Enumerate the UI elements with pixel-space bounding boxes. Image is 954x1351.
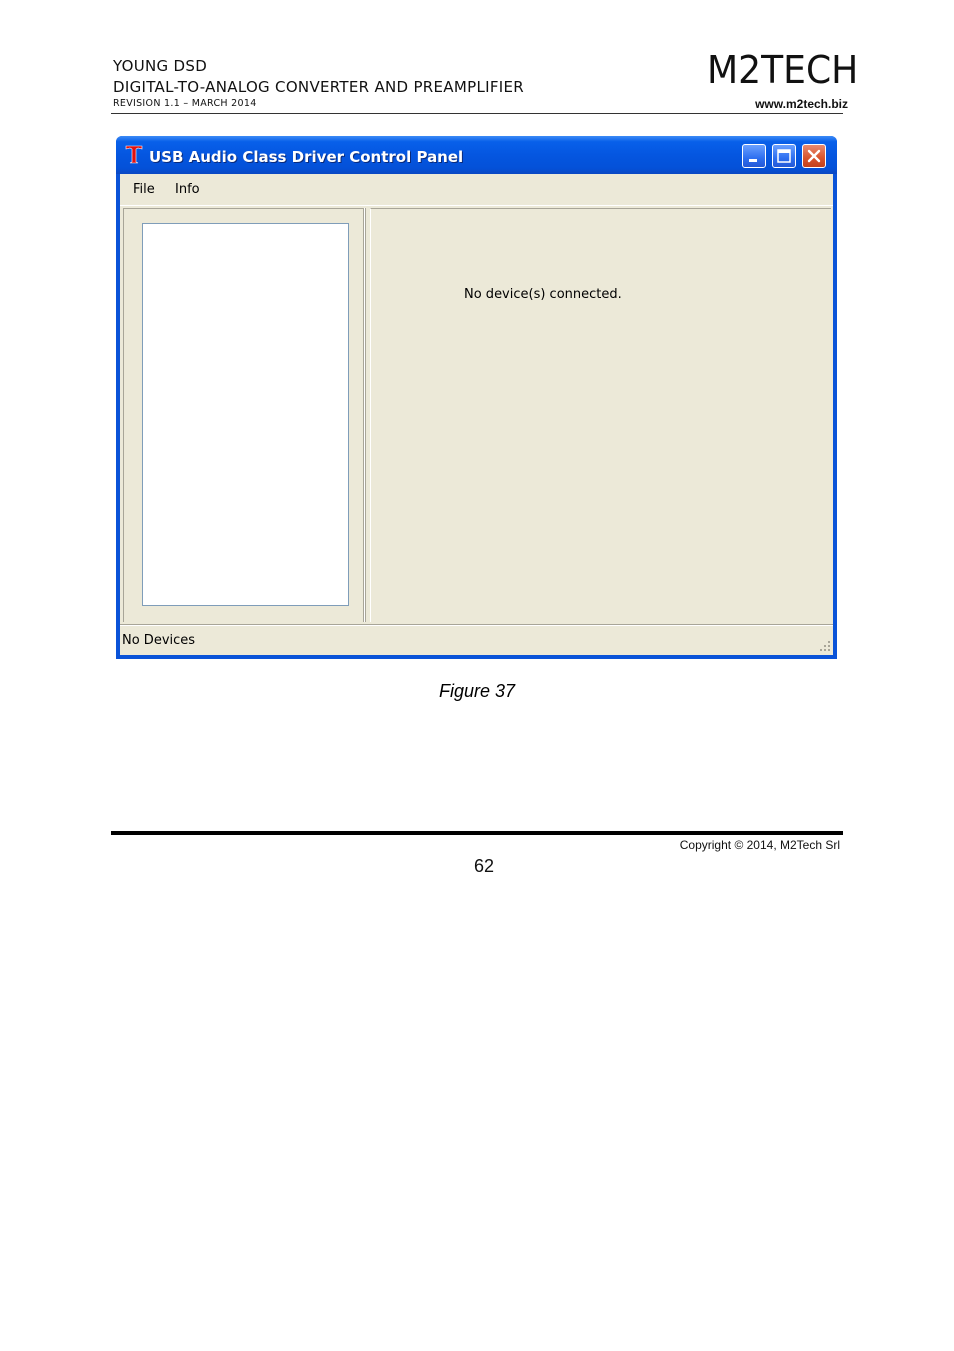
- document-title: YOUNG DSD: [113, 57, 208, 75]
- minimize-icon: [749, 159, 757, 162]
- status-bar: No Devices: [120, 624, 833, 655]
- footer-divider: [111, 831, 843, 835]
- status-text: No Devices: [122, 633, 196, 648]
- resize-grip-icon[interactable]: [817, 638, 831, 652]
- maximize-button[interactable]: [772, 144, 796, 168]
- minimize-button[interactable]: [742, 144, 766, 168]
- menu-info[interactable]: Info: [175, 182, 200, 197]
- t-logo-icon: [125, 145, 143, 164]
- window-client: File Info No device(s) connected. No Dev…: [120, 174, 833, 655]
- device-tree-pane: [123, 208, 366, 622]
- no-device-message: No device(s) connected.: [464, 287, 622, 302]
- window-title: USB Audio Class Driver Control Panel: [149, 148, 464, 166]
- menu-bar: File Info: [120, 174, 833, 206]
- close-button[interactable]: [802, 144, 826, 168]
- device-list[interactable]: [142, 223, 349, 606]
- close-icon: [807, 149, 821, 163]
- website-link[interactable]: www.m2tech.biz: [755, 97, 848, 111]
- menu-file[interactable]: File: [133, 182, 155, 197]
- maximize-icon: [777, 149, 791, 163]
- control-panel-window: USB Audio Class Driver Control Panel Fil…: [116, 136, 837, 659]
- m2tech-logo: M2TECH: [706, 48, 858, 92]
- window-titlebar[interactable]: USB Audio Class Driver Control Panel: [116, 136, 837, 174]
- document-revision: REVISION 1.1 – MARCH 2014: [113, 98, 257, 109]
- copyright-notice: Copyright © 2014, M2Tech Srl: [679, 838, 840, 852]
- figure-caption: Figure 37: [438, 681, 516, 701]
- detail-pane: No device(s) connected.: [370, 208, 831, 622]
- header-divider: [111, 113, 843, 114]
- document-subtitle: DIGITAL-TO-ANALOG CONVERTER AND PREAMPLI…: [113, 78, 524, 96]
- page-number: 62: [473, 856, 495, 876]
